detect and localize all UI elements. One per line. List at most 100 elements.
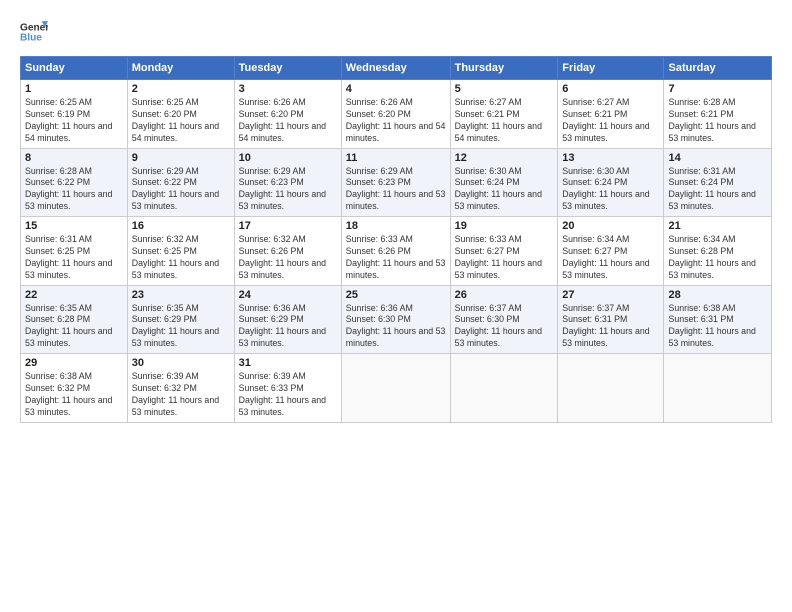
day-number: 10 [239,152,337,164]
calendar-cell: 24 Sunrise: 6:36 AMSunset: 6:29 PMDaylig… [234,285,341,354]
day-info: Sunrise: 6:38 AMSunset: 6:31 PMDaylight:… [668,303,767,351]
day-info: Sunrise: 6:38 AMSunset: 6:32 PMDaylight:… [25,371,123,419]
day-info: Sunrise: 6:26 AMSunset: 6:20 PMDaylight:… [239,97,337,145]
dow-header: Sunday [21,57,128,80]
calendar-cell: 9 Sunrise: 6:29 AMSunset: 6:22 PMDayligh… [127,148,234,217]
calendar: SundayMondayTuesdayWednesdayThursdayFrid… [20,56,772,423]
calendar-cell: 19 Sunrise: 6:33 AMSunset: 6:27 PMDaylig… [450,217,558,286]
day-number: 21 [668,220,767,232]
day-number: 15 [25,220,123,232]
day-number: 1 [25,83,123,95]
calendar-cell: 4 Sunrise: 6:26 AMSunset: 6:20 PMDayligh… [341,80,450,149]
day-number: 26 [455,289,554,301]
day-number: 13 [562,152,659,164]
day-number: 14 [668,152,767,164]
calendar-cell: 21 Sunrise: 6:34 AMSunset: 6:28 PMDaylig… [664,217,772,286]
day-info: Sunrise: 6:29 AMSunset: 6:22 PMDaylight:… [132,166,230,214]
calendar-cell: 11 Sunrise: 6:29 AMSunset: 6:23 PMDaylig… [341,148,450,217]
calendar-cell: 27 Sunrise: 6:37 AMSunset: 6:31 PMDaylig… [558,285,664,354]
calendar-cell: 17 Sunrise: 6:32 AMSunset: 6:26 PMDaylig… [234,217,341,286]
day-info: Sunrise: 6:34 AMSunset: 6:27 PMDaylight:… [562,234,659,282]
day-info: Sunrise: 6:39 AMSunset: 6:32 PMDaylight:… [132,371,230,419]
day-info: Sunrise: 6:30 AMSunset: 6:24 PMDaylight:… [455,166,554,214]
calendar-cell [558,354,664,423]
day-info: Sunrise: 6:34 AMSunset: 6:28 PMDaylight:… [668,234,767,282]
calendar-cell: 13 Sunrise: 6:30 AMSunset: 6:24 PMDaylig… [558,148,664,217]
day-info: Sunrise: 6:32 AMSunset: 6:25 PMDaylight:… [132,234,230,282]
day-number: 25 [346,289,446,301]
calendar-cell [341,354,450,423]
day-info: Sunrise: 6:33 AMSunset: 6:27 PMDaylight:… [455,234,554,282]
day-number: 19 [455,220,554,232]
day-info: Sunrise: 6:37 AMSunset: 6:31 PMDaylight:… [562,303,659,351]
svg-text:Blue: Blue [20,33,42,44]
logo: General Blue [20,18,48,46]
day-info: Sunrise: 6:27 AMSunset: 6:21 PMDaylight:… [455,97,554,145]
calendar-cell: 25 Sunrise: 6:36 AMSunset: 6:30 PMDaylig… [341,285,450,354]
day-info: Sunrise: 6:36 AMSunset: 6:30 PMDaylight:… [346,303,446,351]
day-info: Sunrise: 6:39 AMSunset: 6:33 PMDaylight:… [239,371,337,419]
day-number: 6 [562,83,659,95]
logo-icon: General Blue [20,18,48,46]
day-number: 7 [668,83,767,95]
page: General Blue SundayMondayTuesdayWednesda… [0,0,792,612]
day-number: 29 [25,357,123,369]
day-info: Sunrise: 6:31 AMSunset: 6:24 PMDaylight:… [668,166,767,214]
calendar-cell: 8 Sunrise: 6:28 AMSunset: 6:22 PMDayligh… [21,148,128,217]
calendar-cell: 12 Sunrise: 6:30 AMSunset: 6:24 PMDaylig… [450,148,558,217]
calendar-cell: 6 Sunrise: 6:27 AMSunset: 6:21 PMDayligh… [558,80,664,149]
calendar-cell: 26 Sunrise: 6:37 AMSunset: 6:30 PMDaylig… [450,285,558,354]
day-number: 31 [239,357,337,369]
day-number: 18 [346,220,446,232]
day-number: 8 [25,152,123,164]
day-number: 2 [132,83,230,95]
calendar-cell: 3 Sunrise: 6:26 AMSunset: 6:20 PMDayligh… [234,80,341,149]
calendar-cell: 30 Sunrise: 6:39 AMSunset: 6:32 PMDaylig… [127,354,234,423]
day-info: Sunrise: 6:25 AMSunset: 6:20 PMDaylight:… [132,97,230,145]
calendar-cell [664,354,772,423]
dow-header: Friday [558,57,664,80]
day-number: 20 [562,220,659,232]
calendar-cell: 10 Sunrise: 6:29 AMSunset: 6:23 PMDaylig… [234,148,341,217]
dow-header: Saturday [664,57,772,80]
day-info: Sunrise: 6:35 AMSunset: 6:29 PMDaylight:… [132,303,230,351]
calendar-cell: 20 Sunrise: 6:34 AMSunset: 6:27 PMDaylig… [558,217,664,286]
day-number: 28 [668,289,767,301]
day-number: 5 [455,83,554,95]
calendar-cell: 5 Sunrise: 6:27 AMSunset: 6:21 PMDayligh… [450,80,558,149]
day-info: Sunrise: 6:29 AMSunset: 6:23 PMDaylight:… [346,166,446,214]
day-info: Sunrise: 6:25 AMSunset: 6:19 PMDaylight:… [25,97,123,145]
day-number: 17 [239,220,337,232]
day-info: Sunrise: 6:29 AMSunset: 6:23 PMDaylight:… [239,166,337,214]
dow-header: Tuesday [234,57,341,80]
day-info: Sunrise: 6:27 AMSunset: 6:21 PMDaylight:… [562,97,659,145]
day-number: 11 [346,152,446,164]
calendar-cell: 23 Sunrise: 6:35 AMSunset: 6:29 PMDaylig… [127,285,234,354]
day-info: Sunrise: 6:32 AMSunset: 6:26 PMDaylight:… [239,234,337,282]
calendar-cell: 31 Sunrise: 6:39 AMSunset: 6:33 PMDaylig… [234,354,341,423]
calendar-cell: 16 Sunrise: 6:32 AMSunset: 6:25 PMDaylig… [127,217,234,286]
dow-header: Monday [127,57,234,80]
day-number: 24 [239,289,337,301]
calendar-cell: 7 Sunrise: 6:28 AMSunset: 6:21 PMDayligh… [664,80,772,149]
day-info: Sunrise: 6:33 AMSunset: 6:26 PMDaylight:… [346,234,446,282]
day-number: 16 [132,220,230,232]
header: General Blue [20,18,772,46]
calendar-cell: 29 Sunrise: 6:38 AMSunset: 6:32 PMDaylig… [21,354,128,423]
day-info: Sunrise: 6:35 AMSunset: 6:28 PMDaylight:… [25,303,123,351]
day-info: Sunrise: 6:36 AMSunset: 6:29 PMDaylight:… [239,303,337,351]
dow-header: Thursday [450,57,558,80]
day-number: 27 [562,289,659,301]
day-number: 9 [132,152,230,164]
calendar-cell [450,354,558,423]
day-info: Sunrise: 6:28 AMSunset: 6:22 PMDaylight:… [25,166,123,214]
day-info: Sunrise: 6:37 AMSunset: 6:30 PMDaylight:… [455,303,554,351]
day-info: Sunrise: 6:26 AMSunset: 6:20 PMDaylight:… [346,97,446,145]
day-number: 12 [455,152,554,164]
calendar-cell: 14 Sunrise: 6:31 AMSunset: 6:24 PMDaylig… [664,148,772,217]
calendar-cell: 1 Sunrise: 6:25 AMSunset: 6:19 PMDayligh… [21,80,128,149]
day-number: 4 [346,83,446,95]
day-number: 30 [132,357,230,369]
day-number: 3 [239,83,337,95]
calendar-cell: 18 Sunrise: 6:33 AMSunset: 6:26 PMDaylig… [341,217,450,286]
